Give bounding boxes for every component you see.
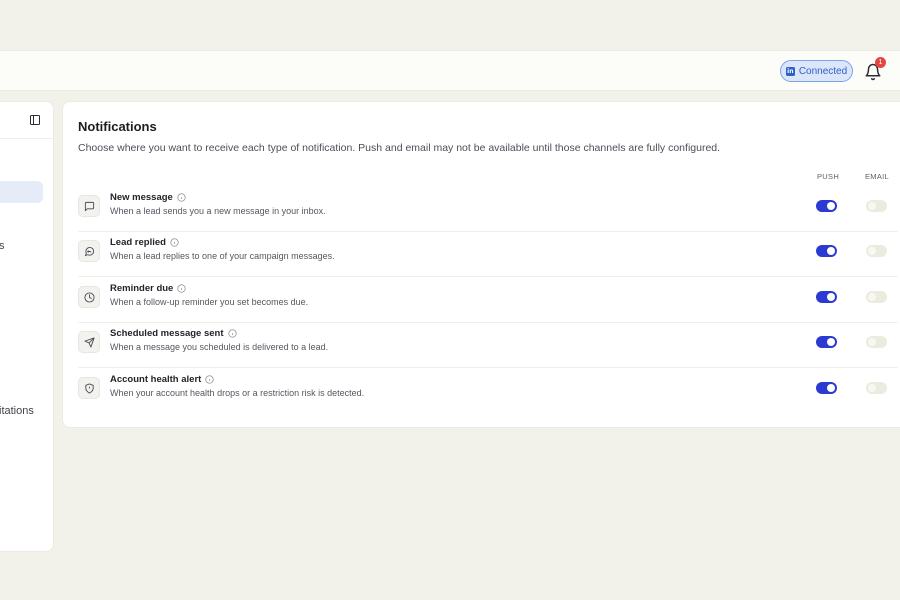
- email-toggle-new-message[interactable]: [866, 200, 887, 212]
- sidebar-item-label[interactable]: itations: [0, 405, 34, 417]
- notifications-card: Notifications Choose where you want to r…: [62, 101, 900, 428]
- info-icon[interactable]: [170, 238, 179, 247]
- linkedin-icon: in: [785, 66, 795, 76]
- row-title-group: Lead replied: [110, 237, 179, 248]
- push-toggle-reminder-due[interactable]: [816, 291, 837, 303]
- row-subtitle: When a follow-up reminder you set become…: [110, 297, 309, 307]
- push-column-header: PUSH: [817, 172, 840, 181]
- send-icon: [78, 331, 100, 353]
- row-subtitle: When a lead sends you a new message in y…: [110, 206, 326, 216]
- message-square-icon: [78, 195, 100, 217]
- email-toggle-lead-replied[interactable]: [866, 245, 887, 257]
- top-bar: in Connected 1: [0, 50, 900, 91]
- linkedin-connected-badge[interactable]: in Connected: [780, 60, 853, 82]
- push-toggle-new-message[interactable]: [816, 200, 837, 212]
- row-divider: [78, 276, 898, 277]
- notification-row-reminder-due: Reminder due When a follow-up reminder y…: [78, 278, 900, 323]
- email-column-header: EMAIL: [865, 172, 890, 181]
- info-icon[interactable]: [177, 193, 186, 202]
- sidebar-divider: [0, 138, 53, 139]
- notification-row-lead-replied: Lead replied When a lead replies to one …: [78, 232, 900, 277]
- email-toggle-account-health-alert[interactable]: [866, 382, 887, 394]
- page-title: Notifications: [78, 119, 157, 134]
- email-toggle-reminder-due[interactable]: [866, 291, 887, 303]
- connected-label: Connected: [798, 65, 848, 77]
- row-subtitle: When your account health drops or a rest…: [110, 388, 365, 398]
- info-icon[interactable]: [205, 375, 214, 384]
- clock-icon: [78, 286, 100, 308]
- sidebar-item-active[interactable]: [0, 181, 43, 203]
- push-toggle-account-health-alert[interactable]: [816, 382, 837, 394]
- info-icon[interactable]: [177, 284, 186, 293]
- row-title-group: New message: [110, 192, 186, 203]
- row-title-group: Scheduled message sent: [110, 328, 237, 339]
- notification-row-scheduled-message-sent: Scheduled message sent When a message yo…: [78, 323, 900, 368]
- row-title: New message: [110, 192, 173, 203]
- push-toggle-scheduled-message-sent[interactable]: [816, 336, 837, 348]
- row-title-group: Account health alert: [110, 374, 214, 385]
- row-subtitle: When a message you scheduled is delivere…: [110, 342, 329, 352]
- notification-row-account-health-alert: Account health alert When your account h…: [78, 369, 900, 414]
- reply-bubble-icon: [78, 240, 100, 262]
- shield-icon: [78, 377, 100, 399]
- push-toggle-lead-replied[interactable]: [816, 245, 837, 257]
- row-divider: [78, 367, 898, 368]
- notification-count-badge: 1: [875, 57, 886, 68]
- row-title: Scheduled message sent: [110, 328, 224, 339]
- sidebar: s itations: [0, 101, 54, 552]
- row-title-group: Reminder due: [110, 283, 186, 294]
- row-title: Lead replied: [110, 237, 166, 248]
- notification-row-new-message: New message When a lead sends you a new …: [78, 187, 900, 232]
- sidebar-item-label[interactable]: s: [0, 240, 5, 252]
- row-title: Reminder due: [110, 283, 174, 294]
- row-title: Account health alert: [110, 374, 202, 385]
- sidebar-toggle-icon[interactable]: [29, 114, 41, 126]
- email-toggle-scheduled-message-sent[interactable]: [866, 336, 887, 348]
- row-subtitle: When a lead replies to one of your campa…: [110, 251, 335, 261]
- info-icon[interactable]: [227, 329, 237, 338]
- page-description: Choose where you want to receive each ty…: [78, 142, 721, 154]
